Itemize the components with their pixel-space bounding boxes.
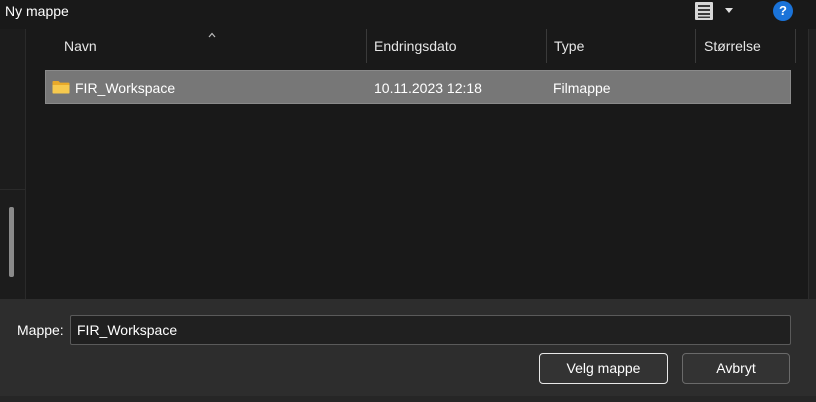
folder-name-input[interactable]	[70, 315, 791, 345]
file-list[interactable]: Navn Endringsdato Type Størrelse FIR_Wor…	[26, 29, 808, 299]
column-separator[interactable]	[795, 29, 796, 63]
help-button[interactable]: ?	[773, 1, 793, 21]
view-options-button[interactable]	[694, 1, 738, 23]
toolbar: Ny mappe ?	[0, 0, 816, 25]
chevron-down-icon	[725, 8, 733, 13]
column-header-date[interactable]: Endringsdato	[374, 29, 457, 63]
column-header-size[interactable]: Størrelse	[704, 29, 761, 63]
file-name: FIR_Workspace	[75, 80, 176, 96]
folder-icon	[52, 81, 70, 94]
nav-scrollbar[interactable]	[9, 207, 14, 277]
folder-picker-dialog: Ny mappe ? Navn Endringsdato Type Større…	[0, 0, 816, 402]
file-row[interactable]: FIR_Workspace 10.11.2023 12:18 Filmappe	[45, 70, 791, 104]
column-separator[interactable]	[366, 29, 367, 63]
dialog-footer: Mappe: Velg mappe Avbryt	[0, 299, 816, 402]
cancel-button[interactable]: Avbryt	[682, 353, 790, 384]
select-folder-button[interactable]: Velg mappe	[539, 353, 668, 384]
dialog-bottom-edge	[0, 396, 816, 402]
file-date: 10.11.2023 12:18	[374, 80, 482, 96]
new-folder-button[interactable]: Ny mappe	[5, 2, 69, 20]
column-separator[interactable]	[695, 29, 696, 63]
column-header-type[interactable]: Type	[554, 29, 584, 63]
folder-label: Mappe:	[17, 322, 64, 338]
view-details-icon	[695, 2, 713, 20]
column-header-name[interactable]: Navn	[64, 29, 97, 63]
file-list-scrollbar[interactable]	[808, 29, 816, 299]
file-type: Filmappe	[553, 80, 611, 96]
sort-ascending-icon	[208, 32, 216, 38]
column-separator[interactable]	[546, 29, 547, 63]
navigation-pane[interactable]	[0, 29, 26, 299]
nav-divider	[0, 189, 25, 190]
